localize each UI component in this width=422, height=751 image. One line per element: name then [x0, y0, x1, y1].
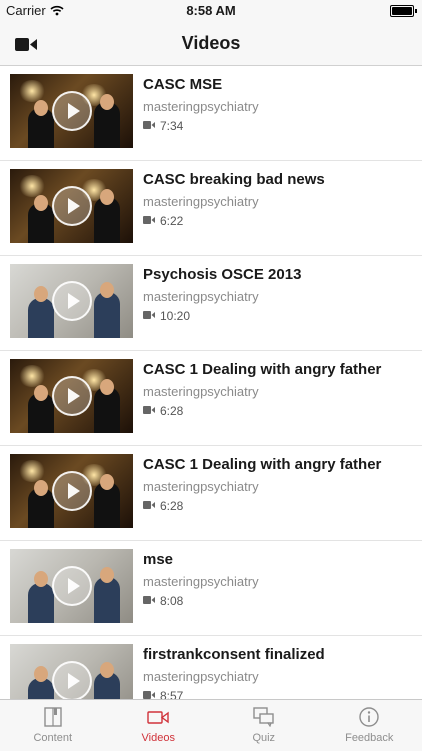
video-duration: 6:28 [160, 499, 183, 513]
video-title[interactable]: CASC breaking bad news [143, 171, 325, 188]
tab-quiz[interactable]: Quiz [211, 700, 317, 751]
video-thumbnail[interactable] [10, 169, 133, 243]
video-title[interactable]: mse [143, 551, 173, 568]
battery-icon [390, 5, 414, 17]
tab-label: Feedback [317, 732, 422, 744]
tab-label: Videos [106, 732, 212, 744]
video-duration: 8:57 [160, 689, 183, 699]
video-row[interactable]: firstrankconsent finalized masteringpsych… [0, 636, 422, 699]
tab-label: Content [0, 732, 106, 744]
status-time: 8:58 AM [0, 3, 422, 18]
video-channel: masteringpsychiatry [143, 574, 259, 589]
video-row[interactable]: mse masteringpsychiatry 8:08 [0, 541, 422, 636]
video-camera-icon [143, 691, 155, 699]
status-bar: Carrier 8:58 AM [0, 0, 422, 22]
video-row[interactable]: CASC MSE masteringpsychiatry 7:34 [0, 66, 422, 161]
video-thumbnail[interactable] [10, 549, 133, 623]
video-thumbnail[interactable] [10, 264, 133, 338]
play-icon[interactable] [52, 186, 92, 226]
video-row[interactable]: CASC breaking bad news masteringpsychiatr… [0, 161, 422, 256]
video-title[interactable]: CASC MSE [143, 76, 222, 93]
navigation-bar: Videos [0, 22, 422, 66]
play-icon[interactable] [52, 661, 92, 699]
play-icon[interactable] [52, 376, 92, 416]
video-thumbnail[interactable] [10, 74, 133, 148]
play-icon[interactable] [52, 471, 92, 511]
video-duration: 7:34 [160, 119, 183, 133]
book-icon [42, 707, 64, 727]
play-icon[interactable] [52, 281, 92, 321]
video-row[interactable]: Psychosis OSCE 2013 masteringpsychiatry 10… [0, 256, 422, 351]
video-camera-icon [143, 121, 155, 129]
video-thumbnail[interactable] [10, 359, 133, 433]
info-icon [358, 707, 380, 727]
video-channel: masteringpsychiatry [143, 479, 259, 494]
video-channel: masteringpsychiatry [143, 669, 259, 684]
page-title: Videos [0, 33, 422, 54]
video-camera-icon [143, 216, 155, 224]
video-camera-icon [143, 406, 155, 414]
video-duration: 10:20 [160, 309, 190, 323]
play-icon[interactable] [52, 91, 92, 131]
video-row[interactable]: CASC 1 Dealing with angry father masterin… [0, 446, 422, 541]
video-camera-icon [143, 596, 155, 604]
video-channel: masteringpsychiatry [143, 99, 259, 114]
video-row[interactable]: CASC 1 Dealing with angry father masterin… [0, 351, 422, 446]
video-camera-icon [147, 707, 169, 727]
video-title[interactable]: firstrankconsent finalized [143, 646, 325, 663]
video-title[interactable]: Psychosis OSCE 2013 [143, 266, 301, 283]
video-duration: 6:28 [160, 404, 183, 418]
video-duration: 6:22 [160, 214, 183, 228]
chat-bubbles-icon [253, 707, 275, 727]
tab-feedback[interactable]: Feedback [317, 700, 422, 751]
video-camera-icon [143, 311, 155, 319]
tab-bar: Content Videos Quiz Feedback [0, 699, 422, 751]
play-icon[interactable] [52, 566, 92, 606]
tab-content[interactable]: Content [0, 700, 106, 751]
video-list[interactable]: CASC MSE masteringpsychiatry 7:34 CASC brea… [0, 66, 422, 699]
tab-label: Quiz [211, 732, 317, 744]
video-camera-icon [143, 501, 155, 509]
video-duration: 8:08 [160, 594, 183, 608]
video-thumbnail[interactable] [10, 454, 133, 528]
video-thumbnail[interactable] [10, 644, 133, 699]
video-channel: masteringpsychiatry [143, 384, 259, 399]
video-title[interactable]: CASC 1 Dealing with angry father [143, 456, 381, 473]
video-channel: masteringpsychiatry [143, 289, 259, 304]
tab-videos[interactable]: Videos [106, 700, 212, 751]
video-title[interactable]: CASC 1 Dealing with angry father [143, 361, 381, 378]
video-channel: masteringpsychiatry [143, 194, 259, 209]
